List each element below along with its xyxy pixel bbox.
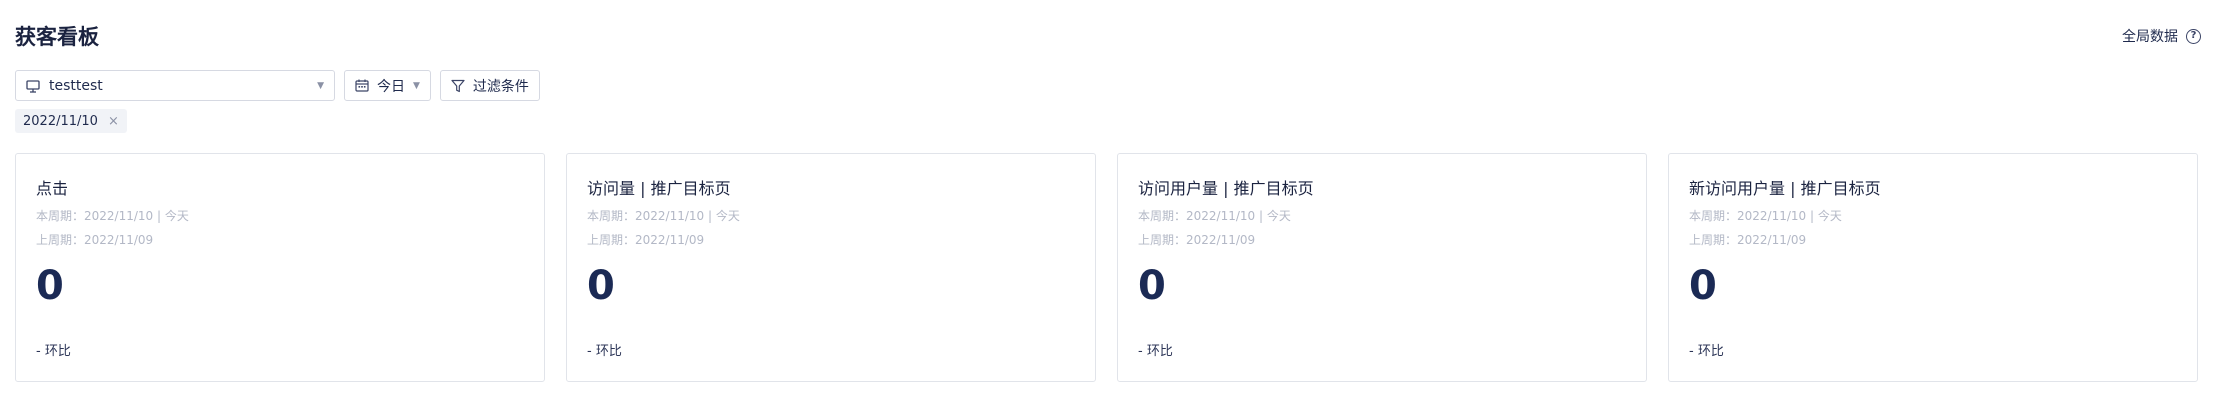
active-filter-tags: 2022/11/10 × <box>15 109 127 133</box>
period-compare: - 环比 <box>1689 344 1724 359</box>
global-data-toggle[interactable]: 全局数据 ? <box>2122 26 2201 46</box>
site-select-value: testtest <box>49 77 103 94</box>
page-title: 获客看板 <box>15 25 99 49</box>
filter-toolbar: testtest ▼ 今日 ▼ 过滤条件 <box>15 70 540 102</box>
period-compare: - 环比 <box>587 344 622 359</box>
card-title: 点击 <box>36 179 69 198</box>
date-range-value: 今日 <box>377 78 405 95</box>
card-title: 访问量 | 推广目标页 <box>587 179 731 198</box>
card-title: 访问用户量 | 推广目标页 <box>1138 179 1314 198</box>
metric-cards: 点击 本周期：2022/11/10 | 今天 上周期：2022/11/09 0 … <box>15 153 2198 382</box>
date-tag: 2022/11/10 × <box>15 109 127 133</box>
current-period: 本周期：2022/11/10 | 今天 <box>587 209 740 223</box>
period-compare: - 环比 <box>36 344 71 359</box>
previous-period: 上周期：2022/11/09 <box>1689 233 1807 247</box>
chevron-down-icon: ▼ <box>317 80 324 91</box>
metric-card-clicks[interactable]: 点击 本周期：2022/11/10 | 今天 上周期：2022/11/09 0 … <box>15 153 545 382</box>
card-title: 新访问用户量 | 推广目标页 <box>1689 179 1881 198</box>
metric-card-visits[interactable]: 访问量 | 推广目标页 本周期：2022/11/10 | 今天 上周期：2022… <box>566 153 1096 382</box>
date-range-select[interactable]: 今日 ▼ <box>344 70 431 101</box>
chevron-down-icon: ▼ <box>413 80 420 91</box>
previous-period: 上周期：2022/11/09 <box>1138 233 1256 247</box>
filter-button-label: 过滤条件 <box>472 78 529 95</box>
metric-card-visitors[interactable]: 访问用户量 | 推广目标页 本周期：2022/11/10 | 今天 上周期：20… <box>1117 153 1647 382</box>
metric-card-new-visitors[interactable]: 新访问用户量 | 推广目标页 本周期：2022/11/10 | 今天 上周期：2… <box>1668 153 2198 382</box>
metric-value: 0 <box>1138 263 1166 309</box>
close-icon[interactable]: × <box>108 114 119 129</box>
filter-button[interactable]: 过滤条件 <box>439 70 540 101</box>
current-period: 本周期：2022/11/10 | 今天 <box>1689 209 1842 223</box>
metric-value: 0 <box>36 263 64 309</box>
current-period: 本周期：2022/11/10 | 今天 <box>1138 209 1291 223</box>
page-header: 获客看板 全局数据 ? <box>15 18 2201 54</box>
current-period: 本周期：2022/11/10 | 今天 <box>36 209 189 223</box>
calendar-icon <box>355 79 369 92</box>
period-compare: - 环比 <box>1138 344 1173 359</box>
help-icon[interactable]: ? <box>2186 28 2201 44</box>
metric-value: 0 <box>587 263 615 309</box>
metric-value: 0 <box>1689 263 1717 309</box>
monitor-icon <box>26 79 40 93</box>
site-select[interactable]: testtest ▼ <box>15 70 335 101</box>
previous-period: 上周期：2022/11/09 <box>587 233 705 247</box>
filter-icon <box>451 79 465 93</box>
date-tag-label: 2022/11/10 <box>23 113 98 129</box>
global-data-label: 全局数据 <box>2122 29 2178 45</box>
previous-period: 上周期：2022/11/09 <box>36 233 154 247</box>
